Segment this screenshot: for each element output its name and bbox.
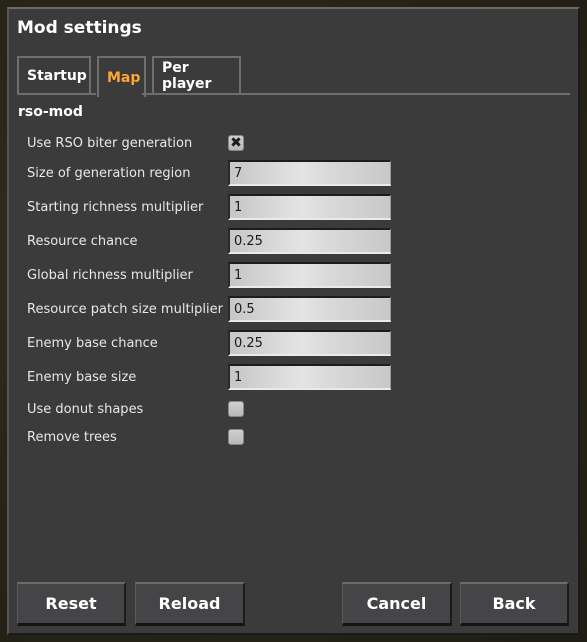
starting-richness-multiplier-input[interactable]: 1 xyxy=(228,194,391,220)
remove-trees-checkbox[interactable] xyxy=(228,429,244,445)
setting-row-resource-chance: Resource chance 0.25 xyxy=(20,228,391,254)
enemy-base-chance-input[interactable]: 0.25 xyxy=(228,330,391,356)
setting-label: Resource patch size multiplier xyxy=(27,301,223,317)
cancel-button[interactable]: Cancel xyxy=(342,582,452,626)
mod-name-heading: rso-mod xyxy=(18,104,83,120)
setting-label: Size of generation region xyxy=(27,165,191,181)
setting-row-resource-patch-size-multiplier: Resource patch size multiplier 0.5 xyxy=(20,296,391,322)
tab-divider-left xyxy=(17,93,96,95)
setting-label: Enemy base size xyxy=(27,369,137,385)
setting-label: Resource chance xyxy=(27,233,138,249)
setting-row-remove-trees: Remove trees xyxy=(27,428,244,446)
setting-row-starting-richness-multiplier: Starting richness multiplier 1 xyxy=(20,194,391,220)
size-of-generation-region-input[interactable]: 7 xyxy=(228,160,391,186)
setting-row-enemy-base-size: Enemy base size 1 xyxy=(20,364,391,390)
setting-label: Remove trees xyxy=(27,429,117,445)
setting-label: Global richness multiplier xyxy=(27,267,193,283)
tab-bar: Startup Map Per player xyxy=(17,56,241,97)
setting-label: Use donut shapes xyxy=(27,401,144,417)
global-richness-multiplier-input[interactable]: 1 xyxy=(228,262,391,288)
tab-divider-right xyxy=(142,93,570,95)
use-donut-shapes-checkbox[interactable] xyxy=(228,401,244,417)
resource-chance-input[interactable]: 0.25 xyxy=(228,228,391,254)
setting-label: Starting richness multiplier xyxy=(27,199,204,215)
use-rso-biter-generation-checkbox[interactable]: ✖ xyxy=(228,135,244,151)
tab-map[interactable]: Map xyxy=(97,56,146,97)
tab-startup[interactable]: Startup xyxy=(17,56,91,94)
setting-row-use-donut-shapes: Use donut shapes xyxy=(27,400,244,418)
enemy-base-size-input[interactable]: 1 xyxy=(228,364,391,390)
back-button[interactable]: Back xyxy=(460,582,569,626)
setting-row-use-rso-biter-generation: Use RSO biter generation ✖ xyxy=(27,134,244,152)
reload-button[interactable]: Reload xyxy=(135,582,245,626)
setting-row-global-richness-multiplier: Global richness multiplier 1 xyxy=(20,262,391,288)
setting-row-size-of-generation-region: Size of generation region 7 xyxy=(20,160,391,186)
setting-row-enemy-base-chance: Enemy base chance 0.25 xyxy=(20,330,391,356)
setting-label: Enemy base chance xyxy=(27,335,158,351)
reset-button[interactable]: Reset xyxy=(17,582,126,626)
tab-per-player[interactable]: Per player xyxy=(152,56,241,94)
window-title: Mod settings xyxy=(17,18,142,38)
setting-label: Use RSO biter generation xyxy=(27,135,193,151)
resource-patch-size-multiplier-input[interactable]: 0.5 xyxy=(228,296,391,322)
